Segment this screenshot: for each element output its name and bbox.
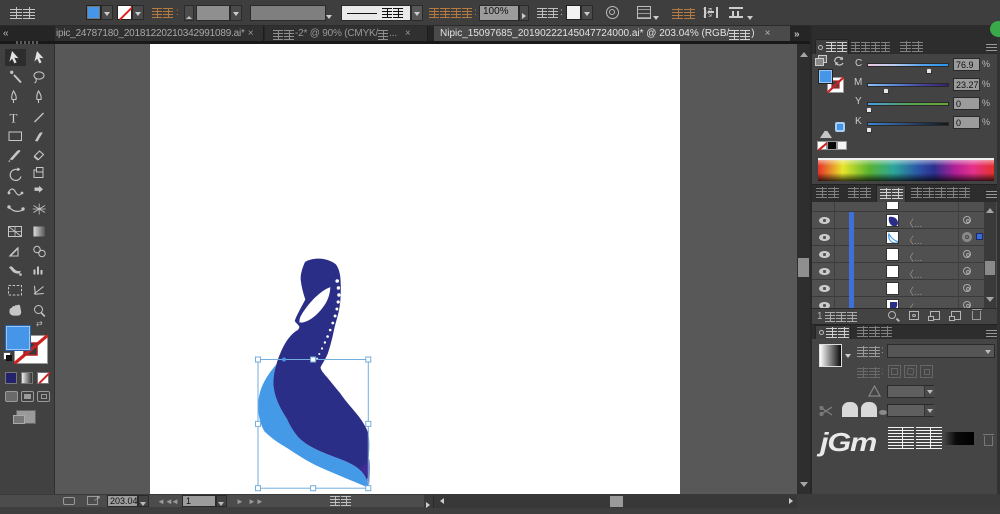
svg-text:T: T	[10, 111, 18, 126]
